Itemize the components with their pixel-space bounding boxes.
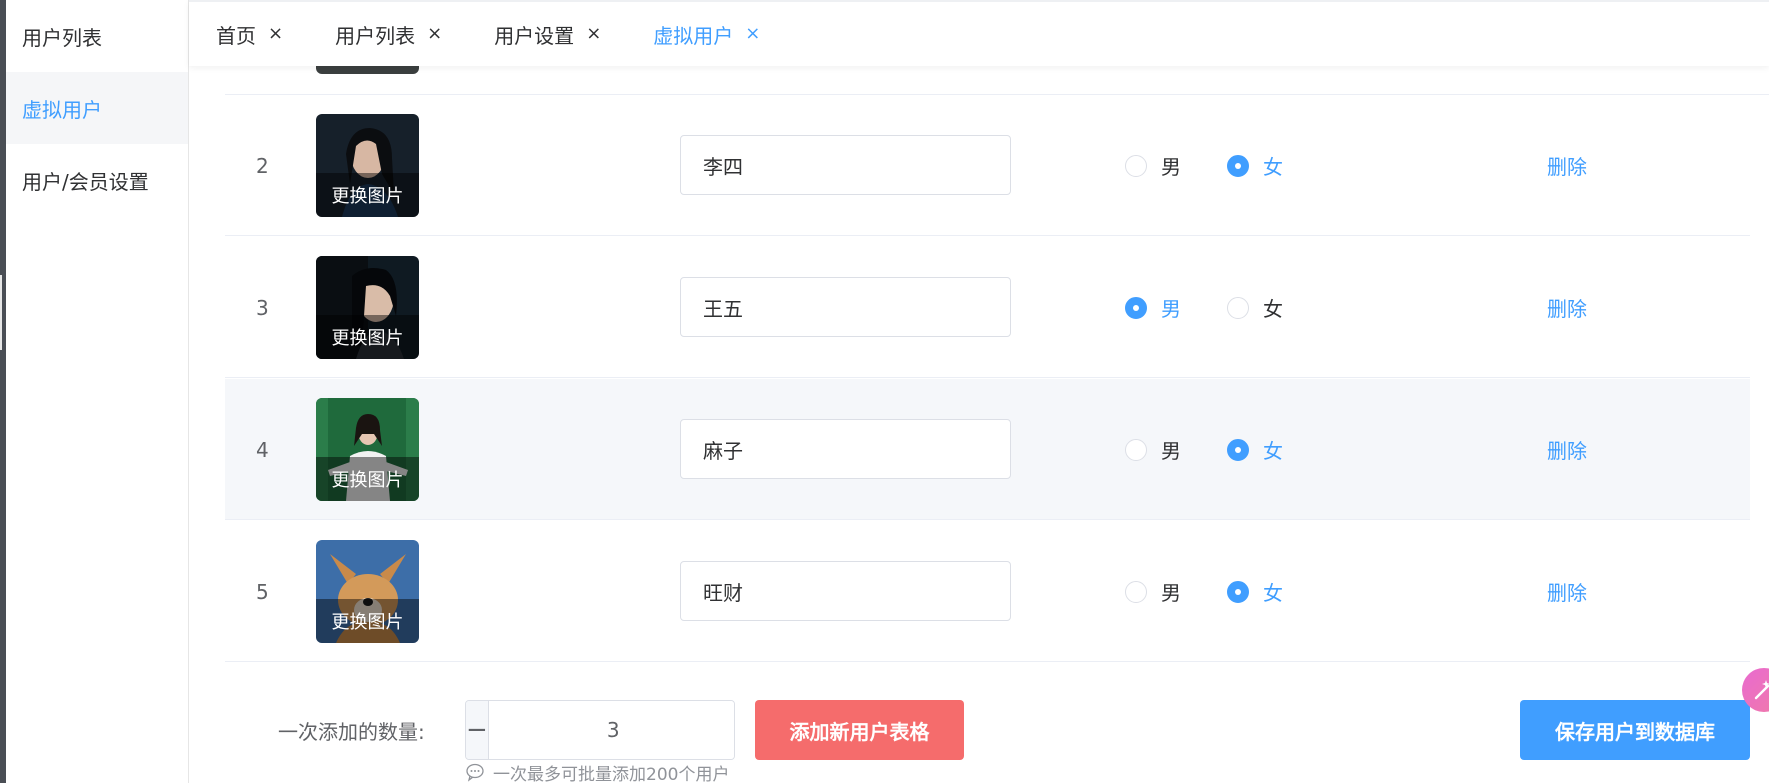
batch-add-footer: 一次添加的数量: − + 添加新用户表格 保存用户到数据库 一次最多可批量添加2… (0, 660, 1769, 783)
gender-radio-female[interactable]: 女 (1227, 379, 1283, 520)
radio-label: 男 (1161, 581, 1181, 605)
username-input[interactable] (680, 135, 1011, 195)
radio-label: 男 (1161, 297, 1181, 321)
avatar-change-image[interactable]: 更换图片 (316, 256, 419, 359)
radio-label: 女 (1263, 439, 1283, 463)
tab-bar: 首页 × 用户列表 × 用户设置 × 虚拟用户 × (189, 0, 1769, 66)
tab-user-settings[interactable]: 用户设置 × (494, 20, 601, 49)
radio-label: 女 (1263, 581, 1283, 605)
sidebar-item-label: 用户/会员设置 (22, 169, 149, 194)
radio-circle (1125, 438, 1147, 461)
chat-bubble-icon (466, 763, 484, 782)
radio-label: 男 (1161, 439, 1181, 463)
tab-home[interactable]: 首页 × (216, 20, 283, 49)
tab-virtual-users[interactable]: 虚拟用户 × (653, 20, 760, 49)
username-input[interactable] (680, 561, 1011, 621)
row-index: 2 (256, 153, 269, 178)
radio-label: 女 (1263, 155, 1283, 179)
magic-wand-icon (1754, 680, 1769, 700)
tab-label: 虚拟用户 (653, 23, 734, 48)
radio-circle (1125, 580, 1147, 603)
edge-marker (0, 275, 2, 350)
row-index: 5 (256, 579, 269, 604)
delete-link[interactable]: 删除 (1547, 379, 1587, 520)
tab-label: 用户设置 (494, 23, 575, 48)
gender-radio-male[interactable]: 男 (1125, 95, 1181, 236)
gender-radio-male[interactable]: 男 (1125, 237, 1181, 378)
close-icon[interactable]: × (745, 25, 760, 43)
table-row: 4 更换图片 男 女 删除 (225, 379, 1750, 520)
gender-radio-female[interactable]: 女 (1227, 521, 1283, 662)
sidebar-item-label: 用户列表 (22, 25, 102, 50)
batch-limit-hint: 一次最多可批量添加200个用户 (465, 760, 729, 783)
sidebar-item-user-list[interactable]: 用户列表 (6, 0, 188, 72)
avatar-change-image[interactable]: 更换图片 (316, 540, 419, 643)
username-input[interactable] (680, 419, 1011, 479)
table-row: 2 更换图片 男 女 删除 (225, 95, 1750, 236)
row-index: 4 (256, 437, 269, 462)
change-image-label: 更换图片 (316, 315, 419, 359)
table-row: 5 更换图片 男 女 删除 (225, 521, 1750, 662)
delete-link[interactable]: 删除 (1547, 521, 1587, 662)
gender-radio-male[interactable]: 男 (1125, 521, 1181, 662)
quantity-input[interactable] (488, 701, 734, 759)
gender-radio-female[interactable]: 女 (1227, 237, 1283, 378)
avatar-change-image[interactable]: 更换图片 (316, 398, 419, 501)
radio-label: 女 (1263, 297, 1283, 321)
close-icon[interactable]: × (586, 25, 601, 43)
gender-radio-female[interactable]: 女 (1227, 95, 1283, 236)
tab-label: 用户列表 (335, 23, 416, 48)
avatar-change-image[interactable]: 更换图片 (316, 114, 419, 217)
radio-circle (1227, 580, 1249, 603)
table-row: 3 更换图片 男 女 删除 (225, 237, 1750, 378)
tab-user-list[interactable]: 用户列表 × (335, 20, 442, 49)
sidebar-item-member-settings[interactable]: 用户/会员设置 (6, 144, 188, 216)
username-input[interactable] (680, 277, 1011, 337)
row-index: 3 (256, 295, 269, 320)
quantity-label: 一次添加的数量: (278, 719, 425, 744)
sidebar-item-virtual-users[interactable]: 虚拟用户 (6, 72, 188, 144)
quantity-stepper: − + (465, 700, 735, 760)
add-user-rows-button[interactable]: 添加新用户表格 (755, 700, 964, 760)
sidebar-item-label: 虚拟用户 (22, 97, 102, 122)
change-image-label: 更换图片 (316, 457, 419, 501)
magic-wand-button[interactable] (1742, 668, 1769, 712)
hint-text: 一次最多可批量添加200个用户 (493, 764, 730, 783)
delete-link[interactable]: 删除 (1547, 237, 1587, 378)
decrease-button[interactable]: − (466, 701, 489, 759)
radio-circle (1125, 154, 1147, 177)
change-image-label: 更换图片 (316, 599, 419, 643)
radio-label: 男 (1161, 155, 1181, 179)
close-icon[interactable]: × (268, 25, 283, 43)
delete-link[interactable]: 删除 (1547, 95, 1587, 236)
radio-circle (1227, 154, 1249, 177)
tab-label: 首页 (216, 23, 256, 48)
close-icon[interactable]: × (427, 25, 442, 43)
gender-radio-male[interactable]: 男 (1125, 379, 1181, 520)
radio-circle (1227, 296, 1249, 319)
radio-circle (1125, 296, 1147, 319)
radio-circle (1227, 438, 1249, 461)
change-image-label: 更换图片 (316, 173, 419, 217)
save-users-button[interactable]: 保存用户到数据库 (1520, 700, 1750, 760)
